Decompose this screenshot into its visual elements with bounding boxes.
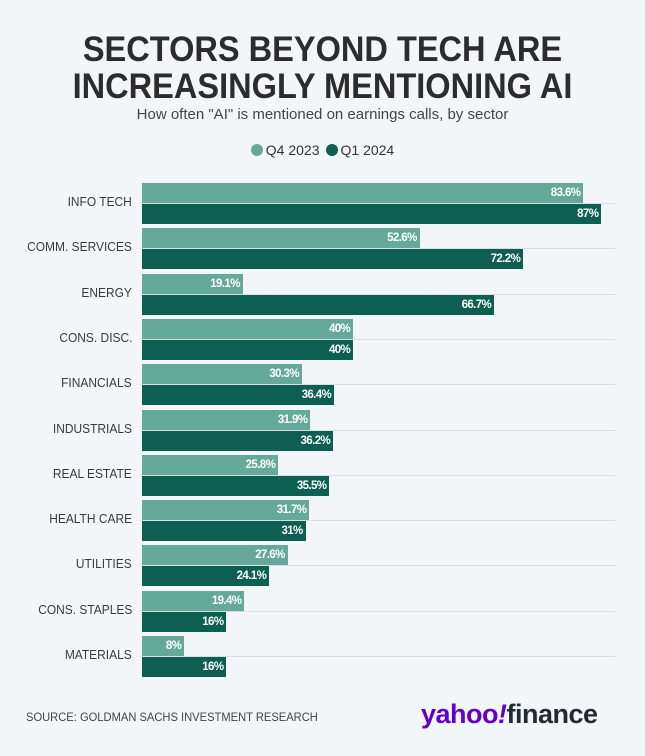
category-label: REAL ESTATE (53, 465, 132, 481)
category-label: FINANCIALS (61, 375, 132, 391)
bar-q1-2024: 35.5% (142, 475, 330, 496)
bar-q4-2023: 19.1% (142, 273, 243, 294)
yahoo-finance-logo: yahoo!finance (421, 699, 598, 730)
data-label: 40% (328, 322, 351, 335)
bar-q1-2024: 36.2% (142, 430, 334, 451)
data-label: 24.1% (236, 570, 267, 583)
data-label: 36.2% (300, 434, 331, 447)
bar-q1-2024: 16% (142, 611, 227, 632)
legend-item-q1-2024: Q1 2024 (325, 142, 395, 158)
data-label: 52.6% (387, 232, 417, 245)
data-label: 25.8% (245, 458, 276, 471)
bar-q4-2023: 31.7% (142, 500, 310, 521)
category-label: MATERIALS (65, 647, 132, 662)
bar-q1-2024: 36.4% (142, 385, 335, 406)
data-label: 19.4% (211, 594, 242, 607)
category-label: INFO TECH (67, 194, 132, 209)
bar-q4-2023: 52.6% (142, 228, 420, 249)
data-label: 83.6% (550, 187, 581, 199)
source-note: SOURCE: GOLDMAN SACHS INVESTMENT RESEARC… (26, 710, 318, 724)
data-label: 31% (281, 525, 303, 538)
category-label: COMM. SERVICES (27, 239, 132, 255)
legend-label-q1-2024: Q1 2024 (340, 142, 395, 158)
logo-yahoo: yahoo (421, 699, 499, 729)
category-label: CONS. DISC. (58, 329, 132, 345)
data-label: 40% (328, 343, 351, 356)
data-label: 36.4% (301, 389, 332, 402)
bar-q4-2023: 8% (142, 636, 185, 656)
data-label: 35.5% (296, 479, 327, 492)
bar-q1-2024: 72.2% (142, 249, 524, 270)
bar-q4-2023: 27.6% (142, 545, 288, 566)
legend-swatch-q4-2023 (250, 144, 263, 156)
chart-subtitle: How often "AI" is mentioned on earnings … (136, 106, 509, 123)
legend: Q4 2023 Q1 2024 (0, 142, 645, 158)
data-label: 16% (202, 661, 224, 673)
bar-q1-2024: 87% (142, 204, 602, 224)
bar-q4-2023: 30.3% (142, 364, 302, 385)
category-label: INDUSTRIALS (52, 420, 132, 436)
bar-q1-2024: 24.1% (142, 566, 270, 587)
bar-q1-2024: 16% (142, 657, 227, 677)
chart-title-line-1: SECTORS BEYOND TECH ARE (82, 30, 563, 69)
category-label: UTILITIES (76, 556, 132, 572)
category-label: ENERGY (81, 284, 132, 300)
logo-bang: ! (498, 699, 507, 729)
bar-q4-2023: 40% (142, 318, 354, 339)
bar-q1-2024: 66.7% (142, 294, 495, 315)
bar-q4-2023: 25.8% (142, 454, 279, 475)
bar-q4-2023: 19.4% (142, 590, 245, 611)
data-label: 19.1% (210, 277, 240, 290)
data-label: 31.9% (277, 413, 308, 426)
bar-q4-2023: 31.9% (142, 409, 311, 430)
legend-item-q4-2023: Q4 2023 (250, 142, 320, 158)
data-label: 8% (165, 640, 182, 652)
data-label: 66.7% (461, 298, 492, 311)
data-label: 30.3% (269, 368, 299, 381)
data-label: 87% (577, 208, 599, 220)
legend-label-q4-2023: Q4 2023 (265, 142, 320, 158)
bar-q1-2024: 40% (142, 339, 354, 360)
bar-q1-2024: 31% (142, 521, 306, 542)
logo-finance: finance (506, 699, 599, 729)
data-label: 72.2% (490, 253, 521, 266)
category-label: CONS. STAPLES (37, 601, 132, 617)
bar-q4-2023: 83.6% (142, 183, 584, 203)
data-label: 31.7% (276, 504, 307, 517)
chart-title-line-2: INCREASINGLY MENTIONING AI (72, 67, 573, 106)
category-label: HEALTH CARE (49, 511, 132, 527)
data-label: 27.6% (255, 549, 285, 562)
legend-swatch-q1-2024 (325, 144, 338, 156)
data-label: 16% (202, 615, 224, 628)
